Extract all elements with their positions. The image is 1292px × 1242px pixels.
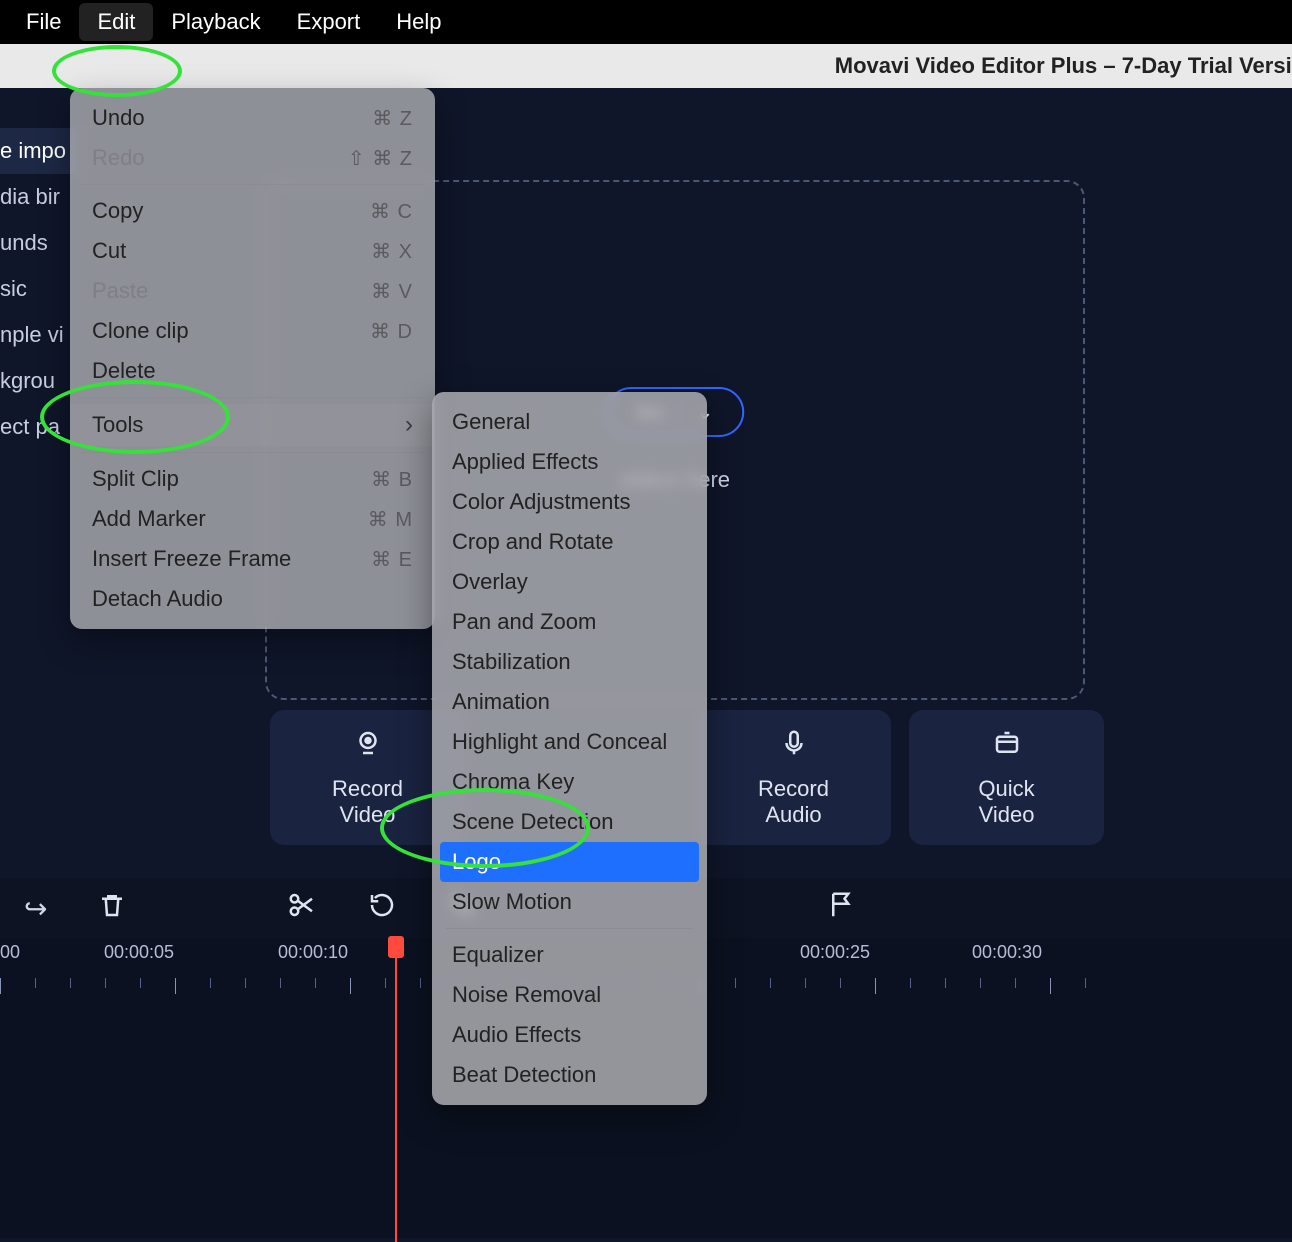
tools-menu-item-applied-effects[interactable]: Applied Effects — [432, 442, 707, 482]
edit-menu-item-copy[interactable]: Copy⌘ C — [70, 191, 435, 231]
tools-menu-item-logo[interactable]: Logo — [440, 842, 699, 882]
sidebar-item-media-bin[interactable]: dia bir — [0, 174, 78, 220]
menu-playback[interactable]: Playback — [153, 3, 278, 41]
sidebar-item-music[interactable]: sic — [0, 266, 78, 312]
sidebar-item-sounds[interactable]: unds — [0, 220, 78, 266]
quick-video-icon — [992, 728, 1022, 766]
tools-menu-item-pan-and-zoom[interactable]: Pan and Zoom — [432, 602, 707, 642]
sidebar-item-sample-video[interactable]: nple vi — [0, 312, 78, 358]
scissors-icon[interactable] — [287, 890, 317, 927]
tools-menu-item-overlay[interactable]: Overlay — [432, 562, 707, 602]
tools-menu-item-animation[interactable]: Animation — [432, 682, 707, 722]
edit-menu-item-undo[interactable]: Undo⌘ Z — [70, 98, 435, 138]
record-audio-label: Record Audio — [758, 776, 829, 828]
time-label: 00:00:05 — [104, 942, 174, 963]
tools-menu-item-highlight-and-conceal[interactable]: Highlight and Conceal — [432, 722, 707, 762]
tools-menu-item-crop-and-rotate[interactable]: Crop and Rotate — [432, 522, 707, 562]
edit-menu-item-split-clip[interactable]: Split Clip⌘ B — [70, 459, 435, 499]
webcam-icon — [353, 728, 383, 766]
edit-menu-item-redo[interactable]: Redo⇧ ⌘ Z — [70, 138, 435, 178]
sidebar-item-import[interactable]: e impo — [0, 128, 78, 174]
tools-menu-item-chroma-key[interactable]: Chroma Key — [432, 762, 707, 802]
tools-menu-item-audio-effects[interactable]: Audio Effects — [432, 1015, 707, 1055]
menu-export[interactable]: Export — [279, 3, 379, 41]
time-label: 00:00:30 — [972, 942, 1042, 963]
tools-menu-item-color-adjustments[interactable]: Color Adjustments — [432, 482, 707, 522]
menu-edit[interactable]: Edit — [79, 3, 153, 41]
tools-menu-item-scene-detection[interactable]: Scene Detection — [432, 802, 707, 842]
redo-icon[interactable]: ↪ — [24, 892, 47, 925]
time-label: 00:00:25 — [800, 942, 870, 963]
edit-menu-item-insert-freeze-frame[interactable]: Insert Freeze Frame⌘ E — [70, 539, 435, 579]
flag-icon[interactable] — [827, 890, 857, 927]
edit-menu-item-detach-audio[interactable]: Detach Audio — [70, 579, 435, 619]
tools-menu-item-noise-removal[interactable]: Noise Removal — [432, 975, 707, 1015]
edit-menu: Undo⌘ ZRedo⇧ ⌘ Z Copy⌘ CCut⌘ XPaste⌘ VClo… — [70, 88, 435, 629]
tools-menu-item-beat-detection[interactable]: Beat Detection — [432, 1055, 707, 1095]
edit-menu-item-clone-clip[interactable]: Clone clip⌘ D — [70, 311, 435, 351]
workspace: e impo dia bir unds sic nple vi kgrou ec… — [0, 88, 1292, 1242]
playhead-line[interactable] — [395, 958, 397, 1242]
sidebar: e impo dia bir unds sic nple vi kgrou ec… — [0, 88, 78, 858]
record-audio-button[interactable]: Record Audio — [696, 710, 891, 845]
record-video-label: Record Video — [332, 776, 403, 828]
tools-menu-item-equalizer[interactable]: Equalizer — [432, 935, 707, 975]
tools-menu-item-stabilization[interactable]: Stabilization — [432, 642, 707, 682]
playhead-handle[interactable] — [388, 936, 404, 958]
edit-menu-item-paste[interactable]: Paste⌘ V — [70, 271, 435, 311]
edit-menu-item-tools[interactable]: Tools› — [70, 404, 435, 446]
sidebar-item-backgrounds[interactable]: kgrou — [0, 358, 78, 404]
rotate-icon[interactable] — [367, 890, 397, 927]
menu-help[interactable]: Help — [378, 3, 459, 41]
window-title: Movavi Video Editor Plus – 7-Day Trial V… — [835, 53, 1292, 79]
edit-menu-item-cut[interactable]: Cut⌘ X — [70, 231, 435, 271]
microphone-icon — [779, 728, 809, 766]
tools-menu-item-general[interactable]: General — [432, 402, 707, 442]
menubar: File Edit Playback Export Help — [0, 0, 1292, 44]
time-label: 00 — [0, 942, 20, 963]
quick-video-button[interactable]: Quick Video — [909, 710, 1104, 845]
time-label: 00:00:10 — [278, 942, 348, 963]
menu-file[interactable]: File — [8, 3, 79, 41]
tools-submenu: GeneralApplied EffectsColor AdjustmentsC… — [432, 392, 707, 1105]
quick-video-label: Quick Video — [978, 776, 1034, 828]
edit-menu-item-delete[interactable]: Delete — [70, 351, 435, 391]
trash-icon[interactable] — [97, 890, 127, 927]
titlebar: Movavi Video Editor Plus – 7-Day Trial V… — [0, 44, 1292, 88]
sidebar-item-effect-packages[interactable]: ect pa — [0, 404, 78, 450]
tools-menu-item-slow-motion[interactable]: Slow Motion — [432, 882, 707, 922]
edit-menu-item-add-marker[interactable]: Add Marker⌘ M — [70, 499, 435, 539]
